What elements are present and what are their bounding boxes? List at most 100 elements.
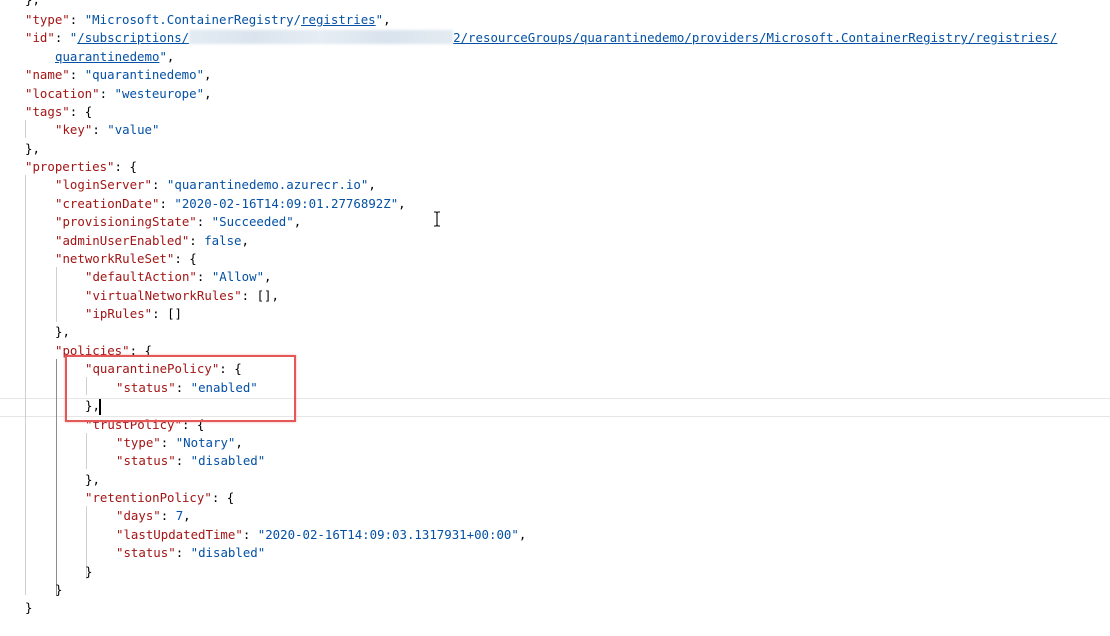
json-key: "networkRuleSet" bbox=[55, 251, 175, 266]
code-line: }, bbox=[55, 323, 70, 341]
punctuation: : bbox=[152, 306, 168, 321]
code-line: "type": "Notary", bbox=[116, 434, 243, 452]
punctuation: { bbox=[226, 490, 235, 505]
code-line: }, bbox=[25, 0, 40, 9]
code-line: } bbox=[55, 581, 62, 599]
json-key: "name" bbox=[25, 67, 70, 82]
punctuation: , bbox=[183, 508, 191, 523]
punctuation: , bbox=[398, 196, 406, 211]
punctuation: { bbox=[189, 251, 197, 266]
punctuation: : bbox=[189, 233, 205, 248]
code-line: "ipRules": [] bbox=[85, 305, 182, 323]
code-line: "lastUpdatedTime": "2020-02-16T14:09:03.… bbox=[116, 526, 526, 544]
code-line: "retentionPolicy": { bbox=[85, 489, 234, 507]
link-resource-name[interactable]: quarantinedemo bbox=[55, 49, 159, 64]
json-key: "virtualNetworkRules" bbox=[85, 288, 242, 303]
punctuation: : bbox=[160, 435, 176, 450]
punctuation: : bbox=[160, 508, 176, 523]
punctuation: : bbox=[241, 288, 257, 303]
json-array: [] bbox=[256, 288, 272, 303]
json-key: "days" bbox=[116, 508, 161, 523]
punctuation: }, bbox=[55, 324, 70, 339]
punctuation: , bbox=[383, 12, 391, 27]
i-beam-cursor-icon bbox=[434, 211, 440, 227]
json-key: "status" bbox=[116, 545, 176, 560]
json-string: "Notary" bbox=[175, 435, 236, 450]
code-line: }, bbox=[85, 471, 100, 489]
punctuation: : bbox=[196, 214, 212, 229]
json-key: "status" bbox=[116, 453, 176, 468]
json-key: "provisioningState" bbox=[55, 214, 197, 229]
punctuation: : bbox=[92, 122, 108, 137]
code-line: "defaultAction": "Allow", bbox=[85, 268, 272, 286]
punctuation: }, bbox=[85, 472, 100, 487]
punctuation: , bbox=[368, 177, 376, 192]
json-key: "ipRules" bbox=[85, 306, 153, 321]
punctuation: : bbox=[211, 490, 227, 505]
punctuation: : bbox=[159, 196, 175, 211]
punctuation: , bbox=[235, 435, 243, 450]
json-key: "retentionPolicy" bbox=[85, 490, 212, 505]
link-registries[interactable]: registries bbox=[301, 12, 376, 27]
indent-guide bbox=[86, 433, 87, 469]
punctuation: : bbox=[175, 453, 191, 468]
punctuation: , bbox=[518, 527, 527, 542]
code-line: "provisioningState": "Succeeded", bbox=[55, 213, 301, 231]
punctuation: , bbox=[204, 67, 212, 82]
punctuation: : bbox=[69, 104, 85, 119]
indent-guide bbox=[56, 267, 57, 322]
code-line: quarantinedemo", bbox=[55, 48, 174, 66]
punctuation: } bbox=[85, 564, 93, 579]
json-key: "loginServer" bbox=[55, 177, 152, 192]
json-string: "disabled" bbox=[190, 545, 266, 560]
code-line: "networkRuleSet": { bbox=[55, 250, 197, 268]
quarantine-policy-highlight bbox=[65, 355, 296, 422]
punctuation: : bbox=[54, 30, 70, 45]
json-string: "westeurope" bbox=[114, 86, 205, 101]
code-line: "name": "quarantinedemo", bbox=[25, 66, 212, 84]
code-line: "creationDate": "2020-02-16T14:09:01.277… bbox=[55, 195, 406, 213]
punctuation: }, bbox=[25, 0, 40, 7]
json-string: "Microsoft.ContainerRegistry/ bbox=[84, 12, 302, 27]
link-subscription-path[interactable]: /subscriptions/ bbox=[77, 30, 189, 45]
code-line: } bbox=[25, 599, 32, 617]
code-line: "loginServer": "quarantinedemo.azurecr.i… bbox=[55, 176, 376, 194]
punctuation: : bbox=[242, 527, 258, 542]
code-line: } bbox=[85, 563, 92, 581]
code-line: "status": "disabled" bbox=[116, 452, 265, 470]
json-string: " bbox=[375, 12, 384, 27]
code-line: "key": "value" bbox=[55, 121, 159, 139]
code-line: "adminUserEnabled": false, bbox=[55, 232, 249, 250]
code-line: "tags": { bbox=[25, 103, 92, 121]
punctuation: } bbox=[55, 582, 63, 597]
punctuation: : bbox=[69, 12, 85, 27]
json-key: "creationDate" bbox=[55, 196, 160, 211]
punctuation: : bbox=[99, 86, 115, 101]
indent-guide-active bbox=[56, 359, 57, 595]
json-key: "type" bbox=[25, 12, 70, 27]
json-array: [] bbox=[167, 306, 182, 321]
code-line: "days": 7, bbox=[116, 507, 191, 525]
code-line: "virtualNetworkRules": [], bbox=[85, 287, 279, 305]
punctuation: , bbox=[204, 86, 212, 101]
punctuation: : bbox=[196, 269, 212, 284]
indent-guide bbox=[25, 175, 26, 595]
json-key: "properties" bbox=[25, 159, 115, 174]
punctuation: : bbox=[151, 177, 167, 192]
punctuation: { bbox=[129, 159, 137, 174]
json-string: "disabled" bbox=[190, 453, 266, 468]
punctuation: : bbox=[69, 67, 85, 82]
json-editor[interactable]: }, "type": "Microsoft.ContainerRegistry/… bbox=[0, 0, 1110, 636]
json-string: "Allow" bbox=[211, 269, 265, 284]
json-key: "lastUpdatedTime" bbox=[116, 527, 243, 542]
link-resource-path[interactable]: 2/resourceGroups/quarantinedemo/provider… bbox=[453, 30, 1057, 45]
json-string: "value" bbox=[107, 122, 160, 137]
punctuation: , bbox=[166, 49, 175, 64]
json-string: "2020-02-16T14:09:01.2776892Z" bbox=[174, 196, 399, 211]
json-boolean: false bbox=[204, 233, 242, 248]
code-line: }, bbox=[25, 140, 40, 158]
json-string: "Succeeded" bbox=[211, 214, 294, 229]
json-string: "2020-02-16T14:09:03.1317931+00:00" bbox=[257, 527, 519, 542]
json-key: "location" bbox=[25, 86, 100, 101]
punctuation: , bbox=[241, 233, 249, 248]
